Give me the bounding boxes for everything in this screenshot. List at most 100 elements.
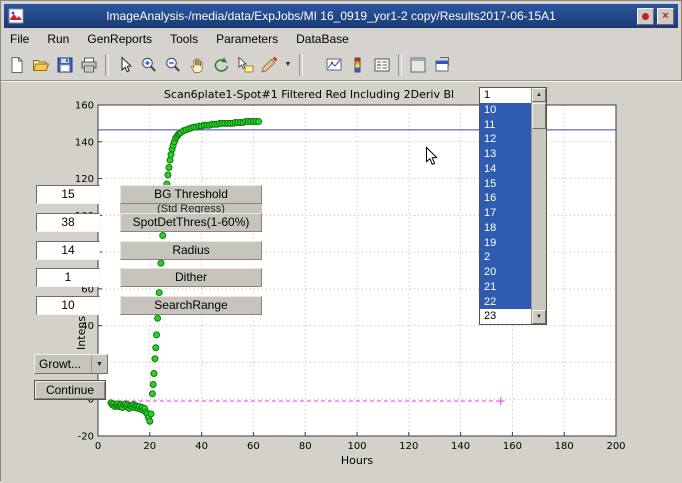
- rotate-icon: [211, 55, 231, 75]
- param-label-spotdetthres-1-60-: SpotDetThres(1-60%): [120, 213, 262, 232]
- spot-number-listbox: 110111213141516171819220212223 ▲ ▼: [479, 87, 547, 325]
- listbox-item-22[interactable]: 22: [480, 295, 531, 310]
- insert-colorbar-button[interactable]: [347, 54, 369, 76]
- scroll-up-icon[interactable]: ▲: [532, 88, 546, 102]
- param-sublabel: (Std Regress): [120, 204, 262, 213]
- menu-run[interactable]: Run: [38, 30, 78, 48]
- chevron-down-icon: ▼: [285, 61, 292, 68]
- hide-plot-tools-icon: [408, 55, 428, 75]
- listbox-item-12[interactable]: 12: [480, 132, 531, 147]
- scroll-down-icon[interactable]: ▼: [532, 310, 546, 324]
- title-bar: ImageAnalysis-/media/data/ExpJobs/MI 16_…: [4, 4, 678, 28]
- param-label-dither: Dither: [120, 268, 262, 287]
- listbox-item-2[interactable]: 2: [480, 250, 531, 265]
- link-plots-button[interactable]: [323, 54, 345, 76]
- listbox-item-16[interactable]: 16: [480, 191, 531, 206]
- svg-text:Hours: Hours: [341, 454, 373, 467]
- close-button[interactable]: ×: [657, 8, 674, 25]
- listbox-item-11[interactable]: 11: [480, 118, 531, 133]
- plot-area[interactable]: 020406080100120140160180200-200204060801…: [1, 86, 682, 483]
- svg-text:160: 160: [75, 101, 94, 112]
- new-document-icon: [7, 55, 27, 75]
- listbox-item-18[interactable]: 18: [480, 221, 531, 236]
- svg-text:80: 80: [299, 441, 312, 452]
- param-label-radius: Radius: [120, 241, 262, 260]
- svg-text:140: 140: [451, 441, 470, 452]
- hide-plot-tools-button[interactable]: [407, 54, 429, 76]
- pointer-icon: [115, 55, 135, 75]
- toolbar: ▼: [1, 49, 681, 81]
- app-icon: [8, 8, 24, 24]
- listbox-scrollbar[interactable]: ▲ ▼: [531, 88, 546, 324]
- svg-text:-20: -20: [78, 432, 94, 443]
- new-figure-button[interactable]: [6, 54, 28, 76]
- listbox-item-20[interactable]: 20: [480, 265, 531, 280]
- param-input-bg-threshold[interactable]: 15: [36, 185, 100, 204]
- toolbar-separator: [299, 54, 303, 76]
- listbox-item-13[interactable]: 13: [480, 147, 531, 162]
- minimize-icon: [642, 13, 649, 20]
- param-input-searchrange[interactable]: 10: [36, 296, 100, 315]
- param-label-searchrange: SearchRange: [120, 296, 262, 315]
- close-icon: ×: [662, 11, 668, 22]
- svg-text:160: 160: [503, 441, 522, 452]
- listbox-item-17[interactable]: 17: [480, 206, 531, 221]
- brush-icon: [259, 55, 279, 75]
- svg-text:120: 120: [399, 441, 418, 452]
- data-cursor-icon: [235, 55, 255, 75]
- svg-text:0: 0: [95, 441, 101, 452]
- zoom-in-button[interactable]: [138, 54, 160, 76]
- listbox-item-10[interactable]: 10: [480, 103, 531, 118]
- zoom-out-icon: [163, 55, 183, 75]
- menu-parameters[interactable]: Parameters: [207, 30, 287, 48]
- svg-text:Scan6plate1-Spot#1 Filtered Re: Scan6plate1-Spot#1 Filtered Red Includin…: [164, 88, 454, 101]
- open-folder-icon: [31, 55, 51, 75]
- listbox-items: 110111213141516171819220212223: [480, 88, 531, 324]
- svg-text:140: 140: [75, 137, 94, 148]
- scrollbar-thumb[interactable]: [532, 103, 546, 129]
- data-cursor-button[interactable]: [234, 54, 256, 76]
- dock-figure-button[interactable]: [431, 54, 453, 76]
- svg-text:100: 100: [347, 441, 366, 452]
- edit-plot-button[interactable]: [114, 54, 136, 76]
- param-label-bg-threshold: BG Threshold: [120, 185, 262, 204]
- open-file-button[interactable]: [30, 54, 52, 76]
- print-figure-button[interactable]: [78, 54, 100, 76]
- svg-text:40: 40: [195, 441, 208, 452]
- growth-mode-label: Growt...: [35, 357, 91, 371]
- svg-text:20: 20: [143, 441, 156, 452]
- brush-dropdown-button[interactable]: ▼: [282, 54, 294, 76]
- growth-mode-dropdown[interactable]: Growt... ▼: [34, 354, 108, 374]
- param-input-dither[interactable]: 1: [36, 268, 100, 287]
- rotate-3d-button[interactable]: [210, 54, 232, 76]
- menu-file[interactable]: File: [1, 30, 38, 48]
- menu-bar: FileRunGenReportsToolsParametersDataBase: [1, 28, 681, 50]
- menu-database[interactable]: DataBase: [287, 30, 358, 48]
- zoom-out-button[interactable]: [162, 54, 184, 76]
- param-input-radius[interactable]: 14: [36, 241, 100, 260]
- listbox-item-19[interactable]: 19: [480, 236, 531, 251]
- listbox-item-23[interactable]: 23: [480, 309, 531, 324]
- colorbar-icon: [348, 55, 368, 75]
- combo-arrow-button[interactable]: ▼: [91, 355, 107, 373]
- menu-tools[interactable]: Tools: [161, 30, 207, 48]
- listbox-item-1[interactable]: 1: [480, 88, 531, 103]
- floppy-save-icon: [55, 55, 75, 75]
- insert-legend-button[interactable]: [371, 54, 393, 76]
- minimize-button[interactable]: [637, 8, 654, 25]
- toolbar-separator: [105, 54, 109, 76]
- listbox-item-15[interactable]: 15: [480, 177, 531, 192]
- listbox-item-14[interactable]: 14: [480, 162, 531, 177]
- listbox-item-21[interactable]: 21: [480, 280, 531, 295]
- dock-figure-icon: [432, 55, 452, 75]
- zoom-in-icon: [139, 55, 159, 75]
- link-plots-icon: [324, 55, 344, 75]
- window-title: ImageAnalysis-/media/data/ExpJobs/MI 16_…: [28, 9, 634, 23]
- menu-genreports[interactable]: GenReports: [78, 30, 161, 48]
- param-input-spotdetthres-1-60-[interactable]: 38: [36, 213, 100, 232]
- brush-data-button[interactable]: [258, 54, 280, 76]
- save-figure-button[interactable]: [54, 54, 76, 76]
- printer-icon: [79, 55, 99, 75]
- continue-button[interactable]: Continue: [34, 380, 106, 400]
- pan-button[interactable]: [186, 54, 208, 76]
